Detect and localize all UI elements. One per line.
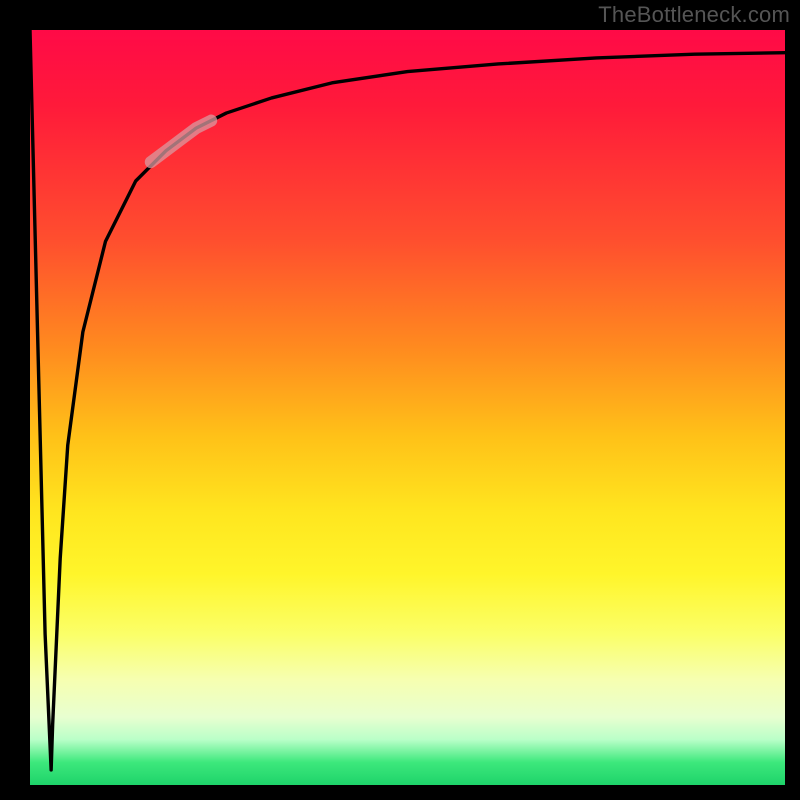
watermark-text: TheBottleneck.com <box>598 2 790 28</box>
chart-frame: TheBottleneck.com <box>0 0 800 800</box>
plot-area <box>30 30 785 785</box>
highlight-segment-path <box>151 121 211 163</box>
main-curve-path <box>30 30 785 770</box>
curve-svg <box>30 30 785 785</box>
